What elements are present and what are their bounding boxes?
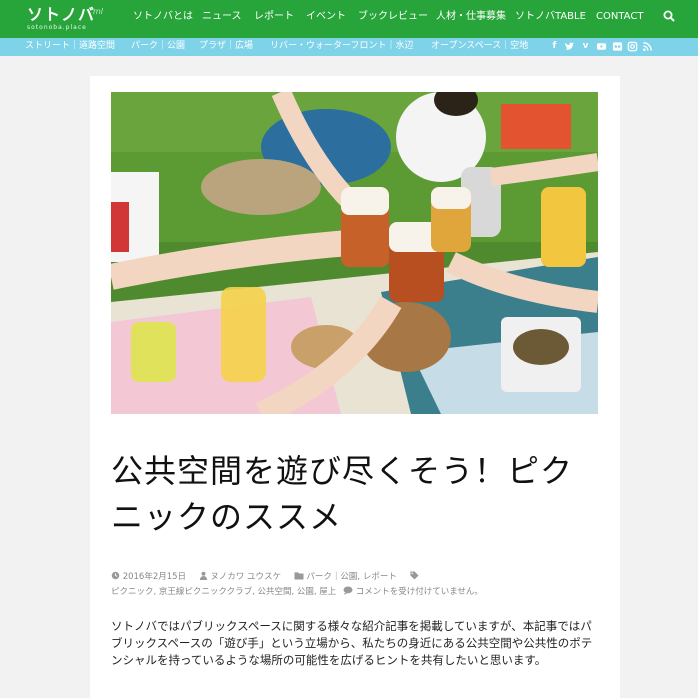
article-body: ソトノバではパブリックスペースに関する様々な紹介記事を掲載していますが、本記事で…: [111, 619, 593, 667]
nav-item-table[interactable]: ソトノバTABLE: [515, 11, 586, 23]
search-icon[interactable]: [663, 10, 675, 22]
subnav-item-open-space[interactable]: オープンスペース｜空地: [431, 41, 528, 52]
rss-icon[interactable]: [642, 41, 653, 52]
nav-item-contact[interactable]: CONTACT: [596, 11, 643, 23]
post-categories[interactable]: パーク｜公園, レポート: [294, 572, 400, 582]
logo-text: ソトノバ: [27, 5, 96, 24]
instagram-icon[interactable]: [627, 41, 638, 52]
nav-item-event[interactable]: イベント: [306, 11, 346, 23]
subnav-item-park[interactable]: パーク｜公園: [131, 41, 185, 52]
tag-icon: [409, 571, 419, 580]
post-tags-text: ピクニック, 京王線ピクニッククラブ, 公共空間, 公園, 屋上: [111, 587, 337, 597]
article-title: 公共空間を遊び尽くそう！ピクニックのススメ: [111, 452, 574, 536]
subnav-item-street[interactable]: ストリート｜道路空間: [25, 41, 115, 52]
post-date-text: 2016年2月15日: [122, 572, 187, 582]
post-author-text: ヌノカワ ユウスケ: [210, 572, 282, 582]
subnav-item-river[interactable]: リバー・ウォーターフロント｜水辺: [270, 41, 413, 52]
facebook-icon[interactable]: f: [549, 41, 560, 52]
top-navigation: ソトノバ sotonoba.place ml ソトノバとは ニュース レポート …: [0, 0, 698, 38]
post-author[interactable]: ヌノカワ ユウスケ: [199, 571, 284, 582]
twitter-icon[interactable]: [564, 41, 575, 52]
youtube-icon[interactable]: [596, 41, 607, 52]
logo-mark: ml: [93, 7, 104, 16]
nav-item-jobs[interactable]: 人材・仕事募集: [436, 11, 506, 23]
vimeo-icon[interactable]: v: [580, 41, 591, 52]
flickr-icon[interactable]: [612, 41, 623, 52]
user-icon: [199, 571, 207, 580]
site-logo[interactable]: ソトノバ sotonoba.place ml: [27, 5, 103, 32]
logo-subtext: sotonoba.place: [27, 24, 87, 31]
post-comments[interactable]: コメントを受け付けていません。: [343, 586, 483, 597]
nav-item-book-review[interactable]: ブックレビュー: [358, 11, 428, 23]
featured-image: [111, 92, 598, 414]
post-categories-text: パーク｜公園, レポート: [306, 572, 397, 582]
subnav-item-plaza[interactable]: プラザ｜広場: [199, 41, 253, 52]
nav-item-report[interactable]: レポート: [254, 11, 294, 23]
article-meta: 2016年2月15日 ヌノカワ ユウスケ パーク｜公園, レポート ピクニック,…: [111, 570, 601, 600]
clock-icon: [111, 571, 120, 580]
nav-item-about[interactable]: ソトノバとは: [133, 11, 193, 23]
post-date: 2016年2月15日: [111, 571, 189, 582]
post-comments-text: コメントを受け付けていません。: [355, 587, 483, 597]
category-navigation: ストリート｜道路空間 パーク｜公園 プラザ｜広場 リバー・ウォーターフロント｜水…: [0, 38, 698, 56]
nav-item-news[interactable]: ニュース: [202, 11, 242, 23]
comment-icon: [343, 586, 353, 595]
folder-icon: [294, 572, 304, 580]
